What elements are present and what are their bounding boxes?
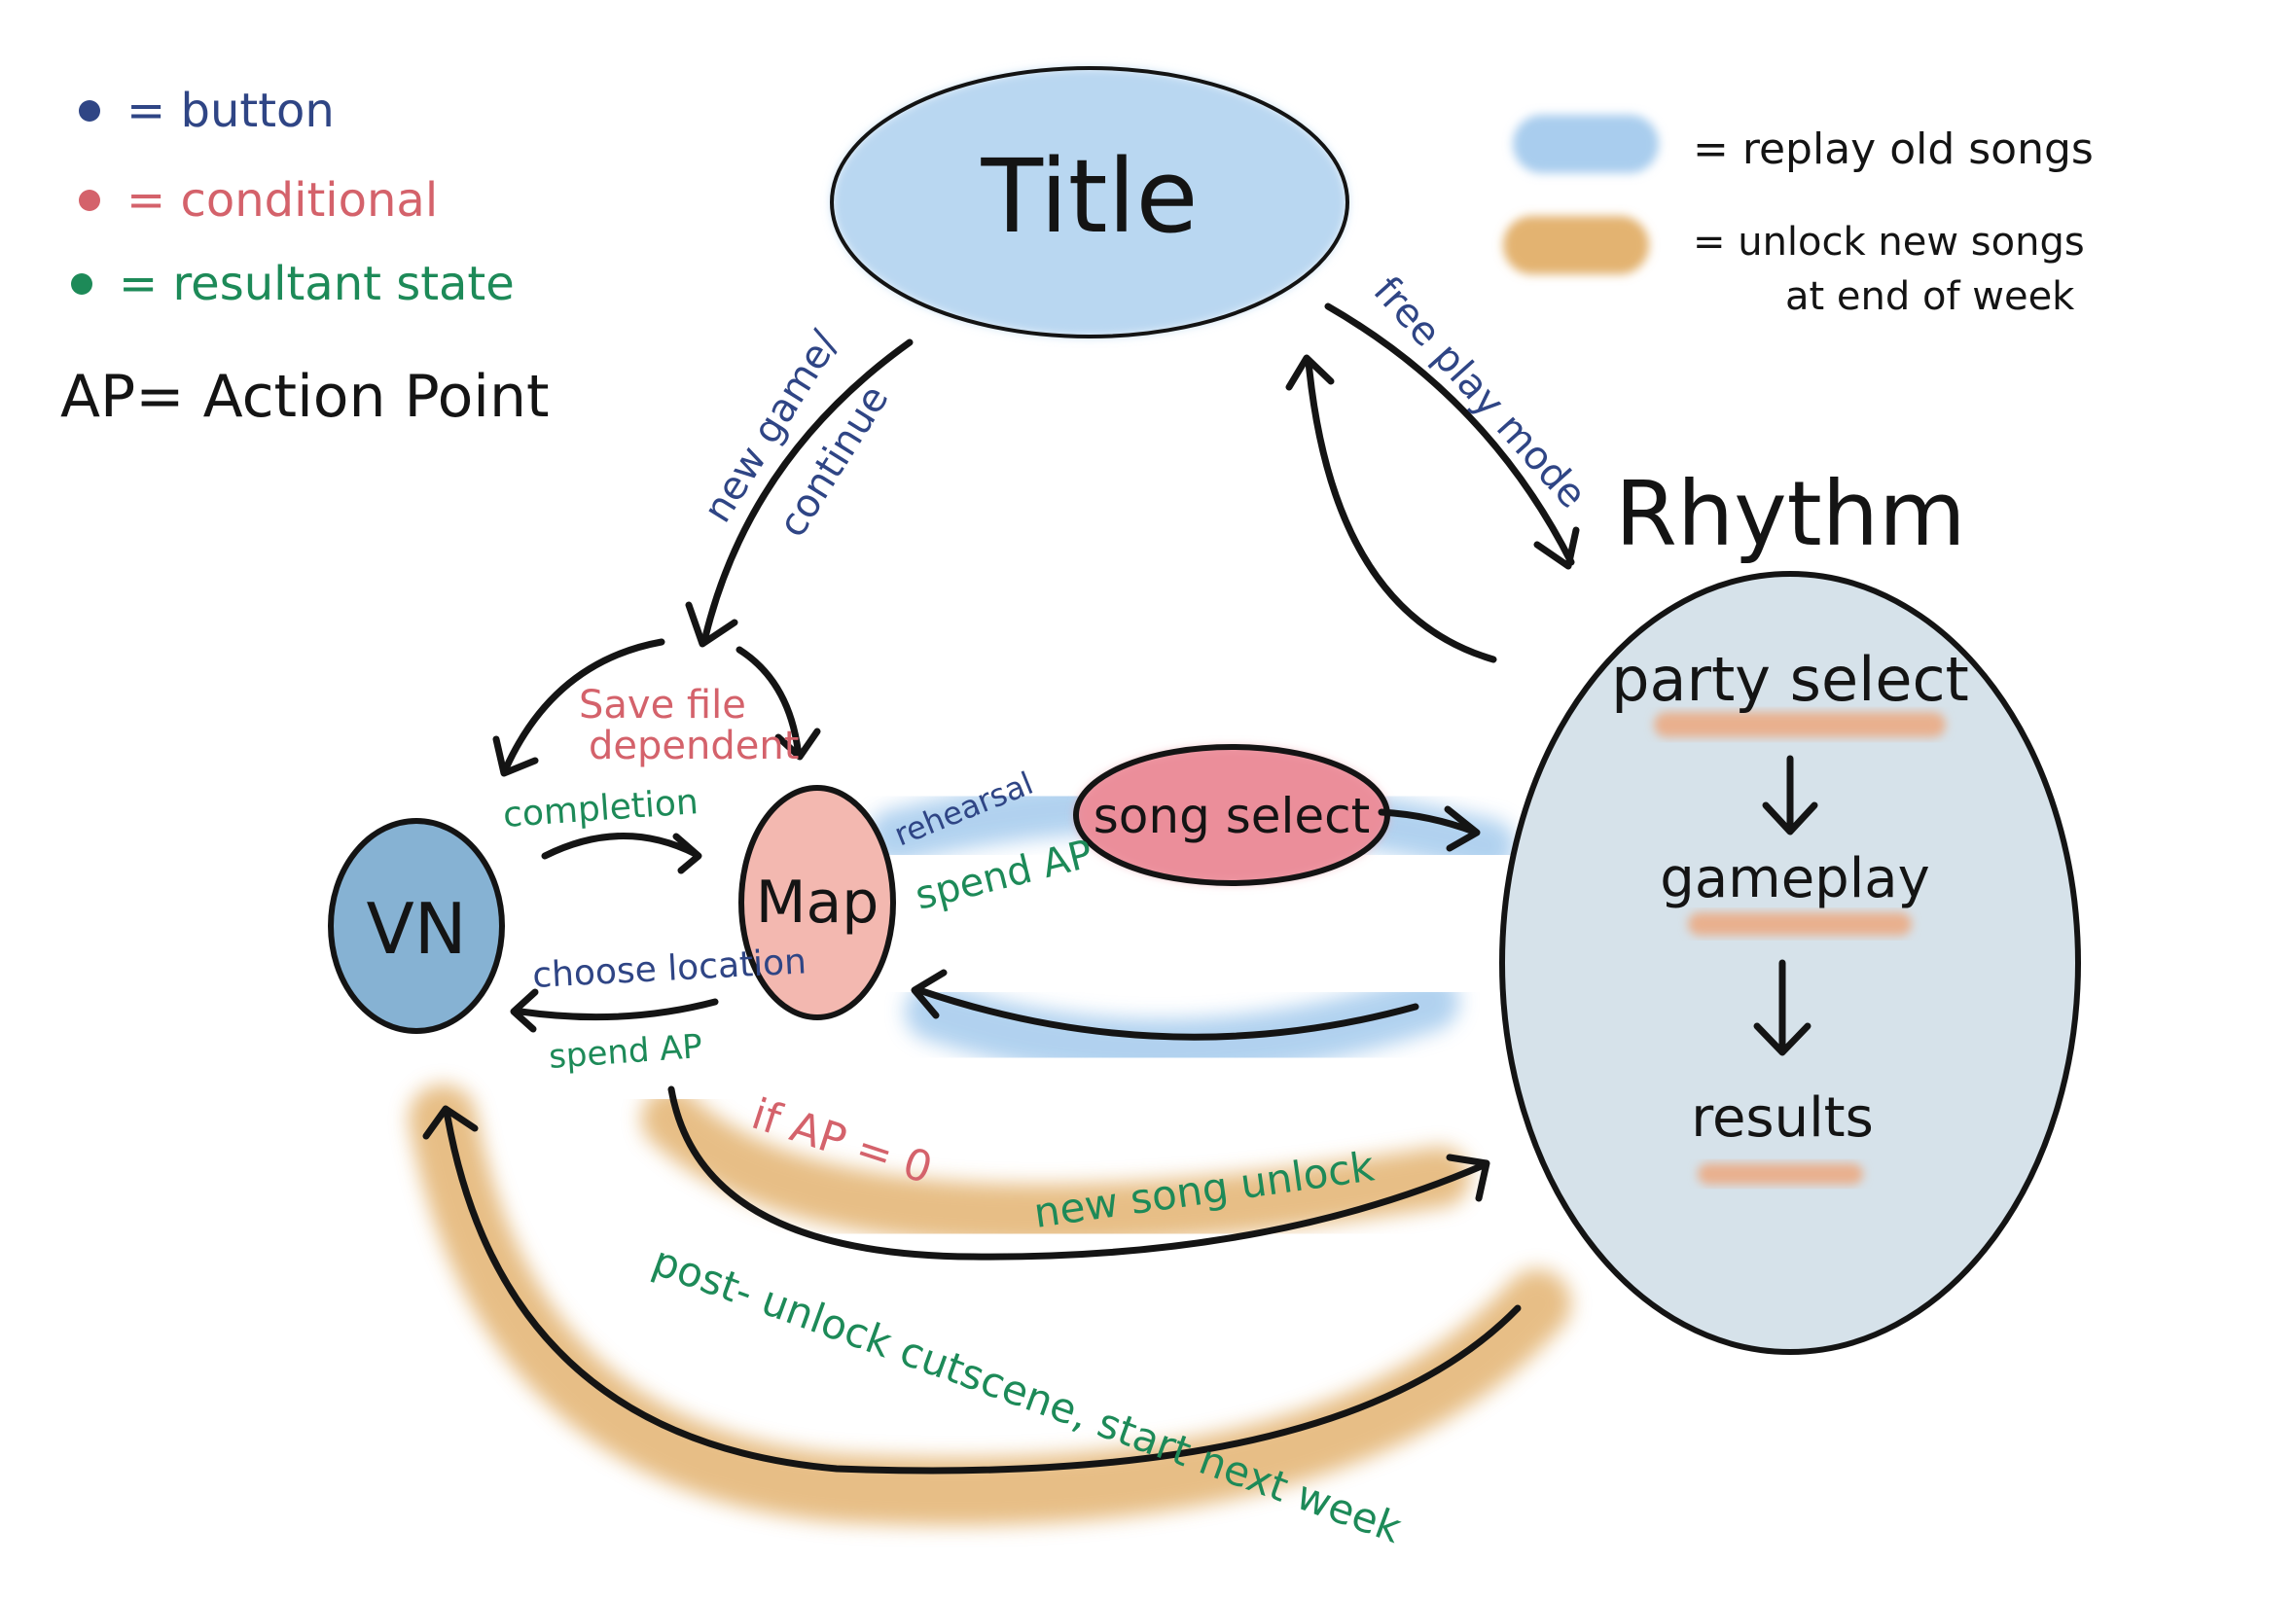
legend-unlock-line1: = unlock new songs (1693, 220, 2085, 265)
song-select-label: song select (1094, 788, 1371, 844)
vn-to-map-arrow (541, 833, 702, 874)
gameplay-label: gameplay (1660, 847, 1929, 910)
vn-node: VN (328, 818, 505, 1034)
legend-conditional-text: = conditional (126, 173, 438, 228)
save-file-label: Save file (579, 683, 746, 728)
title-label: Title (981, 137, 1199, 256)
diagram-canvas: = button = conditional = resultant state… (60, 66, 2094, 1552)
flow-diagram: = button = conditional = resultant state… (0, 0, 2296, 1595)
map-to-vn-arrow (510, 988, 719, 1033)
rhythm-node: Rhythm party select gameplay results (1499, 462, 2081, 1355)
dependent-label: dependent (589, 724, 799, 768)
replay-swatch (1513, 115, 1659, 173)
legend: = button = conditional = resultant state… (60, 84, 550, 431)
free-play-label: free play mode (1365, 268, 1596, 517)
map-label: Map (756, 869, 879, 937)
rhythm-label: Rhythm (1615, 462, 1966, 566)
legend-resultant-text: = resultant state (119, 257, 515, 311)
song-select-node: song select (1073, 744, 1390, 886)
party-select-label: party select (1611, 644, 1969, 715)
button-dot (79, 100, 100, 122)
legend-button-text: = button (126, 84, 335, 138)
results-label: results (1691, 1086, 1874, 1150)
legend-ap-text: AP= Action Point (60, 363, 550, 431)
color-legend: = replay old songs = unlock new songs at… (1503, 115, 2094, 319)
resultant-dot (71, 273, 92, 295)
vn-label: VN (366, 888, 466, 970)
unlock-swatch (1503, 216, 1649, 274)
completion-label: completion (502, 782, 700, 836)
spend-ap-vn-label: spend AP (548, 1027, 703, 1077)
legend-unlock-line2: at end of week (1785, 274, 2075, 319)
conditional-dot (79, 190, 100, 211)
legend-replay-text: = replay old songs (1693, 124, 2094, 174)
title-node: Title (830, 66, 1349, 338)
